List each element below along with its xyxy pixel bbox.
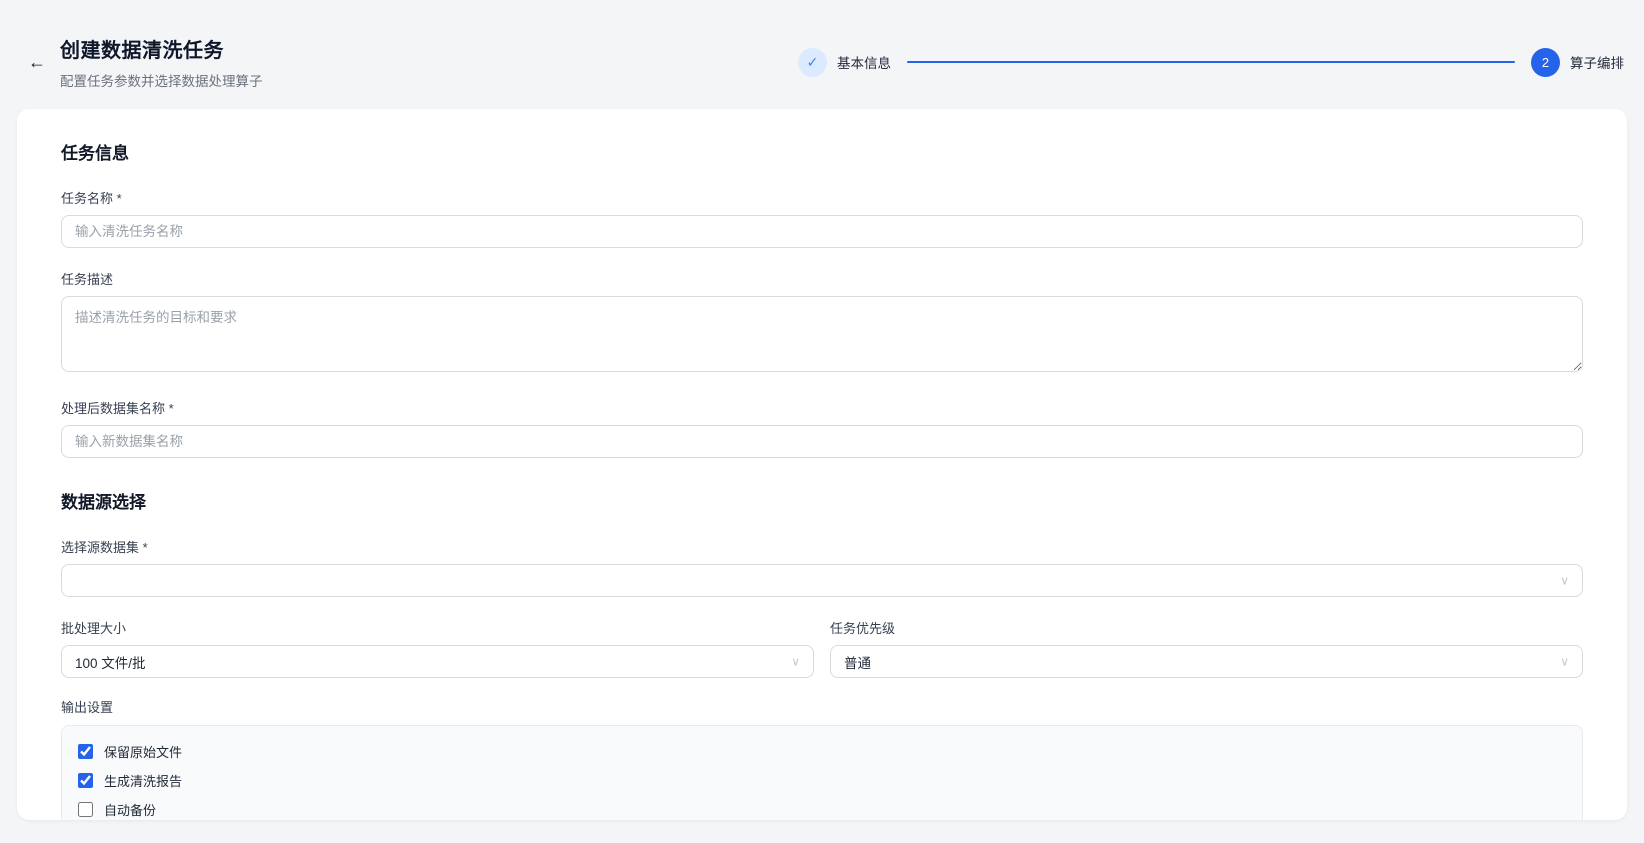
- source-dataset-label: 选择源数据集 *: [61, 537, 1583, 556]
- batch-size-label: 批处理大小: [61, 618, 814, 637]
- output-settings-group: 保留原始文件 生成清洗报告 自动备份: [61, 725, 1583, 820]
- step-operator-orchestration[interactable]: 2 算子编排: [1531, 48, 1624, 77]
- step-indicator: ✓ 基本信息 2 算子编排: [798, 48, 1624, 77]
- result-dataset-input[interactable]: [61, 425, 1583, 458]
- batch-size-value: 100 文件/批: [75, 652, 146, 672]
- task-desc-label: 任务描述: [61, 269, 1583, 288]
- back-button[interactable]: ←: [20, 45, 54, 79]
- priority-label: 任务优先级: [830, 618, 1583, 637]
- step-basic-info-label: 基本信息: [837, 52, 891, 72]
- page-title: 创建数据清洗任务: [60, 34, 263, 63]
- keep-original-files-checkbox[interactable]: [78, 744, 93, 759]
- keep-original-files-label: 保留原始文件: [104, 742, 182, 761]
- batch-priority-row: 批处理大小 100 文件/批 ∨ 任务优先级 普通 ∨: [61, 618, 1583, 678]
- task-desc-textarea[interactable]: [61, 296, 1583, 372]
- batch-size-select[interactable]: 100 文件/批 ∨: [61, 645, 814, 678]
- step-basic-info[interactable]: ✓ 基本信息: [798, 48, 891, 77]
- task-desc-group: 任务描述: [61, 269, 1583, 377]
- source-dataset-group: 选择源数据集 * ∨: [61, 537, 1583, 597]
- chevron-down-icon: ∨: [791, 655, 800, 667]
- generate-cleaning-report-option[interactable]: 生成清洗报告: [78, 766, 1566, 795]
- auto-backup-checkbox[interactable]: [78, 802, 93, 817]
- output-settings-label: 输出设置: [61, 697, 1583, 716]
- task-name-input[interactable]: [61, 215, 1583, 248]
- generate-cleaning-report-checkbox[interactable]: [78, 773, 93, 788]
- step-number-badge: 2: [1531, 48, 1560, 77]
- task-name-group: 任务名称 *: [61, 188, 1583, 248]
- step-connector-line: [907, 61, 1515, 63]
- step-completed-check-icon: ✓: [798, 48, 827, 77]
- title-block: 创建数据清洗任务 配置任务参数并选择数据处理算子: [60, 34, 263, 90]
- priority-select[interactable]: 普通 ∨: [830, 645, 1583, 678]
- section-data-source: 数据源选择: [61, 488, 1583, 513]
- source-dataset-select[interactable]: ∨: [61, 564, 1583, 597]
- priority-group: 任务优先级 普通 ∨: [830, 618, 1583, 678]
- page-subtitle: 配置任务参数并选择数据处理算子: [60, 70, 263, 90]
- batch-size-group: 批处理大小 100 文件/批 ∨: [61, 618, 814, 678]
- task-name-label: 任务名称 *: [61, 188, 1583, 207]
- result-dataset-label: 处理后数据集名称 *: [61, 398, 1583, 417]
- auto-backup-option[interactable]: 自动备份: [78, 795, 1566, 820]
- page-header: ← 创建数据清洗任务 配置任务参数并选择数据处理算子 ✓ 基本信息 2 算子编排: [0, 0, 1644, 100]
- auto-backup-label: 自动备份: [104, 800, 156, 819]
- step-operator-orchestration-label: 算子编排: [1570, 52, 1624, 72]
- chevron-down-icon: ∨: [1560, 655, 1569, 667]
- section-task-info: 任务信息: [61, 139, 1583, 164]
- generate-cleaning-report-label: 生成清洗报告: [104, 771, 182, 790]
- keep-original-files-option[interactable]: 保留原始文件: [78, 737, 1566, 766]
- result-dataset-group: 处理后数据集名称 *: [61, 398, 1583, 458]
- chevron-down-icon: ∨: [1560, 574, 1569, 586]
- priority-value: 普通: [844, 652, 871, 672]
- task-form-card: 任务信息 任务名称 * 任务描述 处理后数据集名称 * 数据源选择 选择源数据集…: [17, 109, 1627, 820]
